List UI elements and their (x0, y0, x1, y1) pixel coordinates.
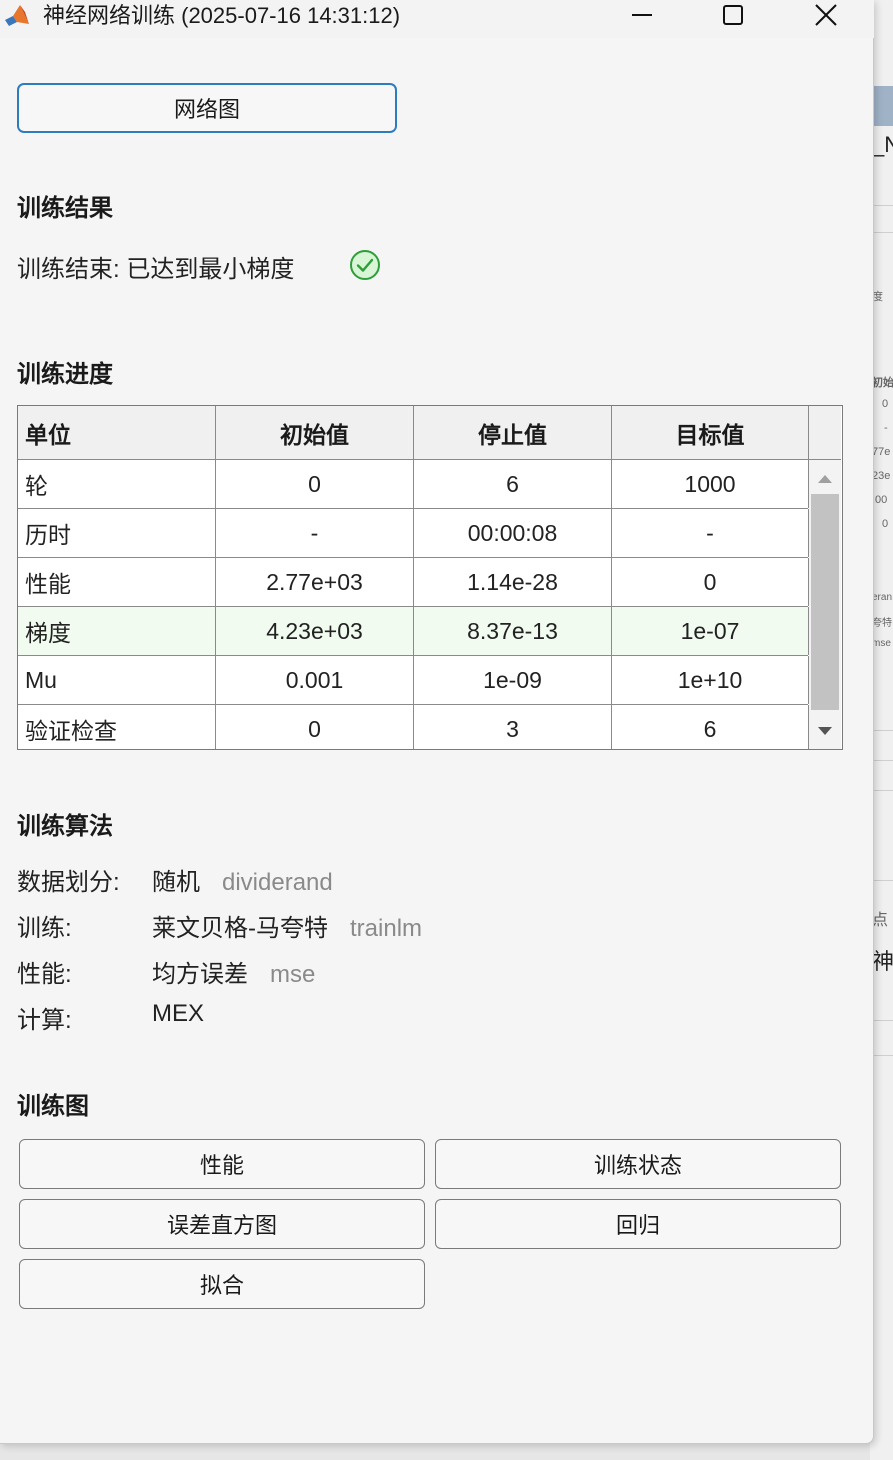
background-text: 77e (872, 446, 891, 458)
calculation-label: 计算: (17, 1007, 72, 1034)
data-division-value: 随机 dividerand (152, 862, 333, 897)
table-cell: Mu (18, 656, 216, 704)
background-window-header (873, 86, 893, 126)
table-cell: 4.23e+03 (216, 607, 414, 655)
table-cell: 3 (414, 705, 612, 749)
background-text: - (884, 422, 888, 434)
background-text: eran (872, 592, 893, 603)
table-cell: 0 (612, 558, 809, 606)
training-value: 莱文贝格-马夸特 trainlm (152, 908, 422, 943)
close-icon (815, 4, 837, 26)
scroll-down-button[interactable] (809, 718, 841, 744)
data-division-function: dividerand (222, 869, 333, 896)
table-cell: 6 (612, 705, 809, 749)
progress-table: 单位 初始值 停止值 目标值 轮 0 6 1000 历时 - 00:00:08 … (17, 405, 843, 750)
maximize-button[interactable] (703, 0, 763, 30)
table-cell: 1.14e-28 (414, 558, 612, 606)
close-button[interactable] (796, 0, 856, 30)
performance-plot-button[interactable]: 性能 (19, 1139, 425, 1189)
table-cell: 轮 (18, 460, 216, 508)
table-cell: 1e-09 (414, 656, 612, 704)
performance-value: 均方误差 mse (152, 954, 315, 989)
table-cell: 6 (414, 460, 612, 508)
minimize-button[interactable] (612, 0, 672, 30)
network-diagram-button[interactable]: 网络图 (17, 83, 397, 133)
background-text: 点 原 (872, 912, 893, 929)
table-row[interactable]: 性能 2.77e+03 1.14e-28 0 (18, 558, 809, 607)
column-header-unit[interactable]: 单位 (18, 406, 216, 460)
calculation-value: MEX (152, 1000, 204, 1028)
performance-label: 性能: (17, 961, 72, 988)
background-text: 神经 (872, 949, 893, 974)
table-row[interactable]: 轮 0 6 1000 (18, 460, 809, 509)
training-state-plot-button[interactable]: 训练状态 (435, 1139, 841, 1189)
table-row[interactable]: 验证检查 0 3 6 (18, 705, 809, 749)
fit-plot-button[interactable]: 拟合 (19, 1259, 425, 1309)
table-cell: - (216, 509, 414, 557)
table-header: 单位 初始值 停止值 目标值 (18, 406, 841, 460)
training-algorithms-heading: 训练算法 (17, 813, 113, 840)
table-cell: 验证检查 (18, 705, 216, 749)
table-cell: 历时 (18, 509, 216, 557)
background-text: .00 (872, 494, 888, 506)
table-cell: 0 (216, 460, 414, 508)
table-cell: 8.37e-13 (414, 607, 612, 655)
column-header-target[interactable]: 目标值 (612, 406, 809, 460)
minimize-icon (632, 14, 652, 16)
background-text: mse (872, 638, 891, 649)
training-name: 莱文贝格-马夸特 (152, 915, 328, 942)
training-progress-heading: 训练进度 (17, 361, 113, 388)
table-cell: 1e-07 (612, 607, 809, 655)
data-division-name: 随机 (152, 869, 200, 896)
training-window: 神经网络训练 (2025-07-16 14:31:12) 网络图 训练结果 训练… (0, 0, 874, 1444)
table-cell: 梯度 (18, 607, 216, 655)
table-row[interactable]: Mu 0.001 1e-09 1e+10 (18, 656, 809, 705)
window-title: 神经网络训练 (2025-07-16 14:31:12) (43, 3, 401, 28)
training-status-text: 训练结束: 已达到最小梯度 (17, 256, 295, 283)
background-text: 0 (882, 398, 889, 410)
data-division-label: 数据划分: (17, 869, 120, 896)
performance-name: 均方误差 (152, 961, 248, 988)
training-plots-heading: 训练图 (17, 1093, 89, 1120)
table-row-highlighted[interactable]: 梯度 4.23e+03 8.37e-13 1e-07 (18, 607, 809, 656)
table-cell: 性能 (18, 558, 216, 606)
triangle-up-icon (818, 475, 832, 483)
table-scrollbar[interactable] (809, 460, 841, 749)
table-row[interactable]: 历时 - 00:00:08 - (18, 509, 809, 558)
calculation-name: MEX (152, 1000, 205, 1027)
column-header-stop[interactable]: 停止值 (414, 406, 612, 460)
training-results-heading: 训练结果 (17, 195, 113, 222)
background-text: 23e (872, 470, 891, 482)
background-text: 0 (882, 518, 889, 530)
check-circle-icon (350, 250, 380, 280)
title-bar[interactable]: 神经网络训练 (2025-07-16 14:31:12) (0, 0, 874, 38)
table-cell: 1e+10 (612, 656, 809, 704)
scroll-up-button[interactable] (809, 466, 841, 492)
regression-plot-button[interactable]: 回归 (435, 1199, 841, 1249)
training-function: trainlm (350, 915, 423, 942)
table-cell: 0.001 (216, 656, 414, 704)
table-cell: 00:00:08 (414, 509, 612, 557)
table-cell: 2.77e+03 (216, 558, 414, 606)
triangle-down-icon (818, 727, 832, 735)
performance-function: mse (270, 961, 316, 988)
maximize-icon (723, 5, 743, 25)
background-text: _N (872, 132, 893, 157)
training-label: 训练: (17, 915, 72, 942)
column-header-initial[interactable]: 初始值 (216, 406, 414, 460)
error-histogram-button[interactable]: 误差直方图 (19, 1199, 425, 1249)
background-text: 夸特 (872, 618, 892, 629)
table-cell: 0 (216, 705, 414, 749)
background-text: 初始值 (872, 377, 893, 389)
table-cell: - (612, 509, 809, 557)
table-cell: 1000 (612, 460, 809, 508)
scroll-thumb[interactable] (811, 494, 839, 710)
matlab-logo-icon (5, 5, 29, 26)
